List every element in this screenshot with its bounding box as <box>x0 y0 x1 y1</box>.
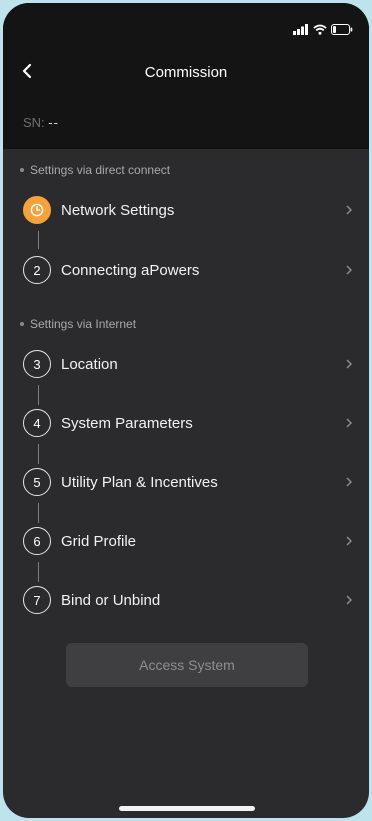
step-indicator-active <box>23 196 51 224</box>
step-number: 7 <box>23 586 51 614</box>
step-number: 3 <box>23 350 51 378</box>
step-number: 4 <box>23 409 51 437</box>
step-number: 2 <box>23 256 51 284</box>
step-connector <box>38 385 39 405</box>
bullet-dot <box>20 168 24 172</box>
serial-number-value: -- <box>48 115 59 130</box>
step-connector <box>38 444 39 464</box>
step-label: Grid Profile <box>61 532 137 550</box>
section-title: Settings via Internet <box>30 317 137 331</box>
step-connecting-apowers[interactable]: 2 Connecting aPowers <box>3 252 369 288</box>
step-label: Bind or Unbind <box>61 591 161 609</box>
step-label: Utility Plan & Incentives <box>61 473 218 491</box>
chevron-right-icon <box>346 265 353 275</box>
bullet-dot <box>20 322 24 326</box>
step-label: System Parameters <box>61 414 193 432</box>
chevron-right-icon <box>346 536 353 546</box>
step-connector <box>38 562 39 582</box>
step-location[interactable]: 3 Location <box>3 346 369 382</box>
signal-icon <box>293 23 308 35</box>
section-header-internet: Settings via Internet <box>20 317 136 331</box>
battery-icon <box>331 23 353 35</box>
status-bar <box>293 23 353 35</box>
chevron-right-icon <box>346 205 353 215</box>
phone-screen: Commission SN: -- Settings via direct co… <box>3 3 369 818</box>
step-number: 6 <box>23 527 51 555</box>
section-title: Settings via direct connect <box>30 163 171 177</box>
step-label: Connecting aPowers <box>61 261 200 279</box>
step-connector <box>38 231 39 249</box>
chevron-right-icon <box>346 359 353 369</box>
serial-number-label: SN: <box>23 115 45 130</box>
clock-icon <box>30 203 44 217</box>
chevron-right-icon <box>346 418 353 428</box>
access-system-button[interactable]: Access System <box>66 643 308 687</box>
step-label: Network Settings <box>61 201 175 219</box>
step-bind-unbind[interactable]: 7 Bind or Unbind <box>3 582 369 618</box>
wifi-icon <box>313 24 327 35</box>
top-bar: Commission SN: -- <box>3 3 369 149</box>
section-header-direct-connect: Settings via direct connect <box>20 163 170 177</box>
step-grid-profile[interactable]: 6 Grid Profile <box>3 523 369 559</box>
step-system-parameters[interactable]: 4 System Parameters <box>3 405 369 441</box>
step-utility-plan[interactable]: 5 Utility Plan & Incentives <box>3 464 369 500</box>
serial-number: SN: -- <box>23 115 59 130</box>
page-title: Commission <box>144 64 228 81</box>
step-label: Location <box>61 355 118 373</box>
step-number: 5 <box>23 468 51 496</box>
step-network-settings[interactable]: Network Settings <box>3 192 369 228</box>
chevron-right-icon <box>346 477 353 487</box>
home-indicator[interactable] <box>119 806 255 811</box>
step-connector <box>38 503 39 523</box>
chevron-right-icon <box>346 595 353 605</box>
